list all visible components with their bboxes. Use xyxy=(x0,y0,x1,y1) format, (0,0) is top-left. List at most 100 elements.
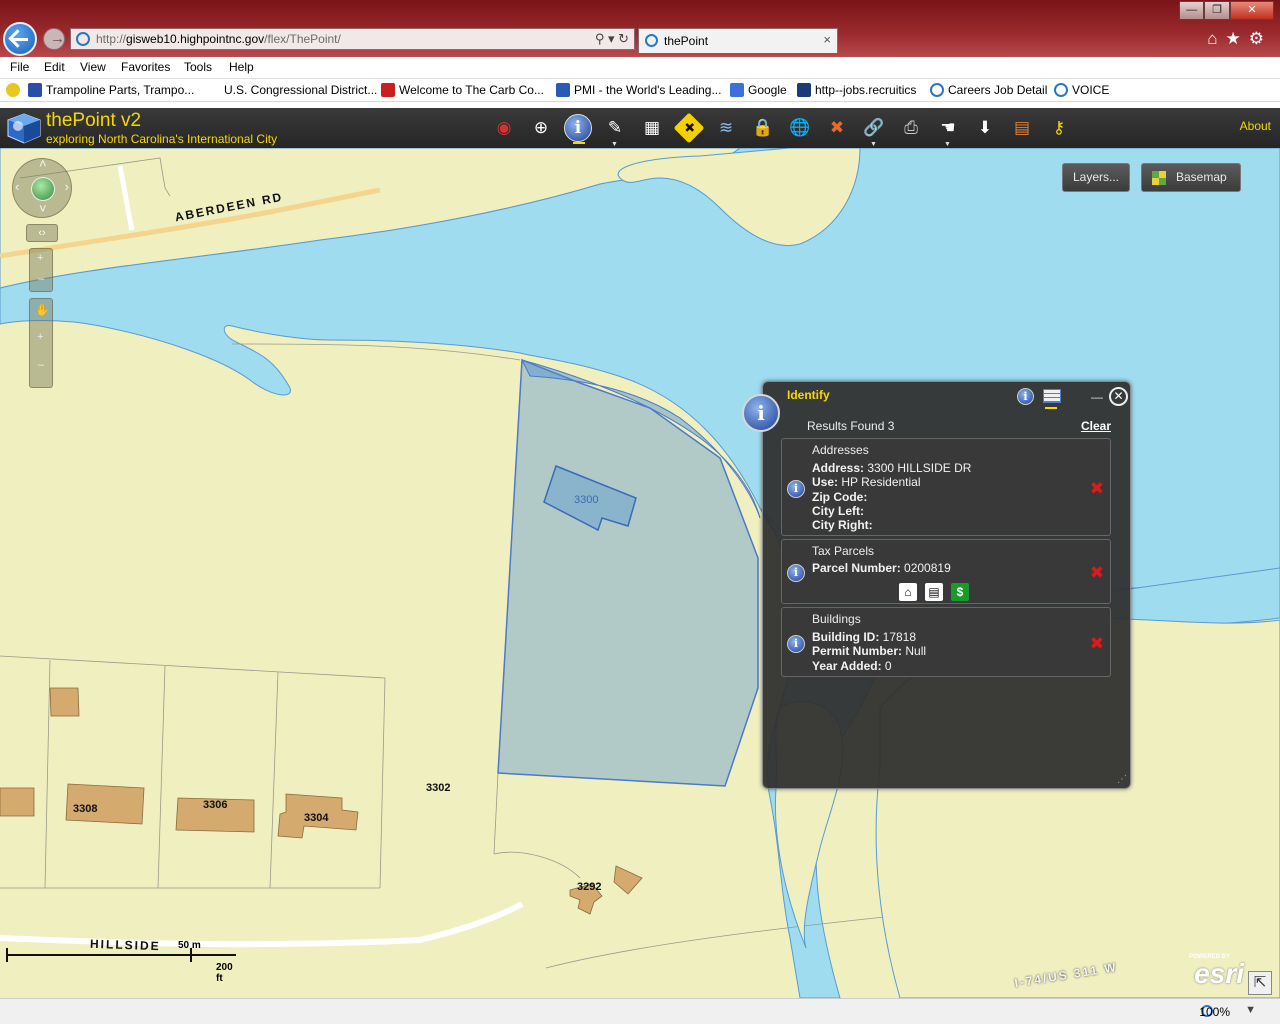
full-extent-globe-icon[interactable] xyxy=(31,177,55,201)
layers-tool-icon[interactable]: ≋ xyxy=(712,114,740,142)
blank-favicon-icon xyxy=(206,83,220,97)
favorite-link-5[interactable]: Google xyxy=(730,83,787,97)
zoom-slider[interactable]: + – xyxy=(29,248,53,292)
result-tax-parcels[interactable]: Tax Parcels Parcel Number: 0200819 ⌂ ▤ $… xyxy=(781,539,1111,604)
zoom-dropdown-icon[interactable]: ▼ xyxy=(1245,1004,1256,1016)
pan-control[interactable]: ‹ › ˄ ˅ xyxy=(12,156,72,218)
pointer-tool-icon[interactable]: ☚ xyxy=(934,114,962,148)
tax-dollar-icon[interactable]: $ xyxy=(951,583,969,601)
favorite-link-4[interactable]: PMI - the World's Leading... xyxy=(556,83,721,97)
home-favorites-tools-icon[interactable]: ⌂★⚙ xyxy=(1207,29,1272,49)
google-favicon-icon xyxy=(730,83,744,97)
property-home-icon[interactable]: ⌂ xyxy=(899,583,917,601)
result-info-icon[interactable]: i xyxy=(787,635,805,653)
menu-file[interactable]: File xyxy=(10,60,29,74)
favorite-link-6[interactable]: http--jobs.recruitics xyxy=(797,83,916,97)
measure-tool-icon[interactable]: ✖ xyxy=(823,114,851,142)
basemap-button[interactable]: Basemap xyxy=(1141,163,1241,192)
overview-map-toggle-icon[interactable]: ⇱ xyxy=(1248,971,1272,995)
draw-tool-icon[interactable]: ✎ xyxy=(601,114,629,148)
menu-tools[interactable]: Tools xyxy=(184,60,212,74)
result-buildings[interactable]: Buildings Building ID: 17818 Permit Numb… xyxy=(781,607,1111,677)
link-tool-icon[interactable]: 🔗 xyxy=(860,114,888,148)
scale-bar: 50 m 200 ft xyxy=(6,940,236,984)
parcel-number-line: Parcel Number: 0200819 xyxy=(812,561,951,575)
back-button[interactable] xyxy=(3,22,37,56)
identify-panel[interactable]: Identify i — ✕ Results Found 3 Clear Add… xyxy=(762,381,1131,789)
pan-north-arrow-icon[interactable]: ˄ xyxy=(39,156,47,171)
year-added-line: Year Added: 0 xyxy=(812,659,892,673)
identify-tool-icon[interactable]: i xyxy=(564,114,592,144)
bookmark-tool-icon[interactable]: ◉ xyxy=(490,114,518,142)
use-line: Use: HP Residential xyxy=(812,475,921,489)
minimize-window-button[interactable]: — xyxy=(1179,1,1205,20)
favorite-link-7[interactable]: Careers Job Detail xyxy=(930,83,1047,97)
favorite-link-2[interactable]: U.S. Congressional District... xyxy=(206,83,377,97)
resize-grip-icon[interactable]: ⋰ xyxy=(1117,774,1127,785)
pan-south-arrow-icon[interactable]: ˅ xyxy=(39,201,47,216)
close-window-button[interactable]: ✕ xyxy=(1229,1,1274,20)
result-info-icon[interactable]: i xyxy=(787,564,805,582)
identify-info-icon[interactable]: i xyxy=(1017,388,1034,405)
key-tool-icon[interactable]: ⚷ xyxy=(1045,114,1073,142)
zoom-in-box-icon[interactable]: + xyxy=(37,331,43,343)
layers-button[interactable]: Layers... xyxy=(1062,163,1131,192)
coordinate-tool-icon[interactable]: ⊕ xyxy=(527,114,555,142)
remove-result-icon[interactable]: ✖ xyxy=(1090,479,1104,499)
tab-page-icon xyxy=(645,34,658,47)
about-link[interactable]: About xyxy=(1240,119,1271,133)
tab-thepoint[interactable]: thePoint × xyxy=(638,28,838,53)
parcel-label-3302: 3302 xyxy=(426,782,451,794)
menu-help[interactable]: Help xyxy=(229,60,254,74)
favorites-star-icon[interactable] xyxy=(6,83,24,97)
result-addresses[interactable]: Addresses Address: 3300 HILLSIDE DR Use:… xyxy=(781,438,1111,536)
property-document-icon[interactable]: ▤ xyxy=(925,583,943,601)
pan-west-arrow-icon[interactable]: ‹ xyxy=(15,179,19,194)
download-tool-icon[interactable]: ⬇ xyxy=(971,114,999,142)
app-subtitle: exploring North Carolina's International… xyxy=(46,132,278,146)
city-left-line: City Left: xyxy=(812,504,864,518)
favorite-link-8[interactable]: VOICE xyxy=(1054,83,1109,97)
lock-tool-icon[interactable]: 🔒 xyxy=(749,114,777,142)
address-bar[interactable]: http://gisweb10.highpointnc.gov/flex/The… xyxy=(70,28,635,50)
remove-result-icon[interactable]: ✖ xyxy=(1090,563,1104,583)
forward-button[interactable]: → xyxy=(43,28,65,50)
identify-title: Identify xyxy=(787,388,830,402)
menu-bar: File Edit View Favorites Tools Help xyxy=(0,57,1280,79)
pan-hand-icon[interactable]: ✋ xyxy=(35,303,50,317)
parcel-label-3304: 3304 xyxy=(304,812,329,824)
pan-east-arrow-icon[interactable]: › xyxy=(65,179,69,194)
previous-next-extent-icon[interactable]: ‹› xyxy=(26,224,58,242)
zoom-level[interactable]: 100% xyxy=(1199,1005,1230,1019)
menu-view[interactable]: View xyxy=(80,60,106,74)
report-tool-icon[interactable]: ▤ xyxy=(1008,114,1036,142)
address-text[interactable]: http://gisweb10.highpointnc.gov/flex/The… xyxy=(96,32,341,46)
globe-tool-icon[interactable]: 🌐 xyxy=(786,114,814,142)
esri-logo[interactable]: esri xyxy=(1194,958,1244,990)
address-controls-icon[interactable]: ⚲ ▾ ↻ xyxy=(595,31,629,47)
navigation-tool-icon[interactable]: ✚ xyxy=(673,112,705,144)
permit-number-line: Permit Number: Null xyxy=(812,644,927,658)
favorite-link-1[interactable]: Trampoline Parts, Trampo... xyxy=(28,83,194,97)
menu-favorites[interactable]: Favorites xyxy=(121,60,170,74)
scale-imperial-label: 200 ft xyxy=(216,962,233,984)
zoom-in-icon[interactable]: + xyxy=(37,252,43,264)
identify-close-button[interactable]: ✕ xyxy=(1109,387,1128,406)
hillside-road xyxy=(0,901,524,948)
identify-minimize-button[interactable]: — xyxy=(1091,390,1103,404)
result-info-icon[interactable]: i xyxy=(787,480,805,498)
print-tool-icon[interactable]: ⎙ xyxy=(897,114,925,142)
parcel-label-3306: 3306 xyxy=(203,799,228,811)
tab-close-icon[interactable]: × xyxy=(823,32,831,47)
remove-result-icon[interactable]: ✖ xyxy=(1090,634,1104,654)
menu-edit[interactable]: Edit xyxy=(44,60,65,74)
zoom-out-icon[interactable]: – xyxy=(38,273,44,285)
zoom-out-box-icon[interactable]: – xyxy=(38,359,44,371)
maximize-window-button[interactable]: ❐ xyxy=(1204,1,1230,20)
clear-results-link[interactable]: Clear xyxy=(1081,419,1111,433)
favorite-link-3[interactable]: Welcome to The Carb Co... xyxy=(381,83,544,97)
app-header: thePoint v2 exploring North Carolina's I… xyxy=(0,108,1280,148)
city-right-line: City Right: xyxy=(812,518,873,532)
identify-table-icon[interactable] xyxy=(1043,389,1061,403)
table-tool-icon[interactable]: ▦ xyxy=(638,114,666,142)
